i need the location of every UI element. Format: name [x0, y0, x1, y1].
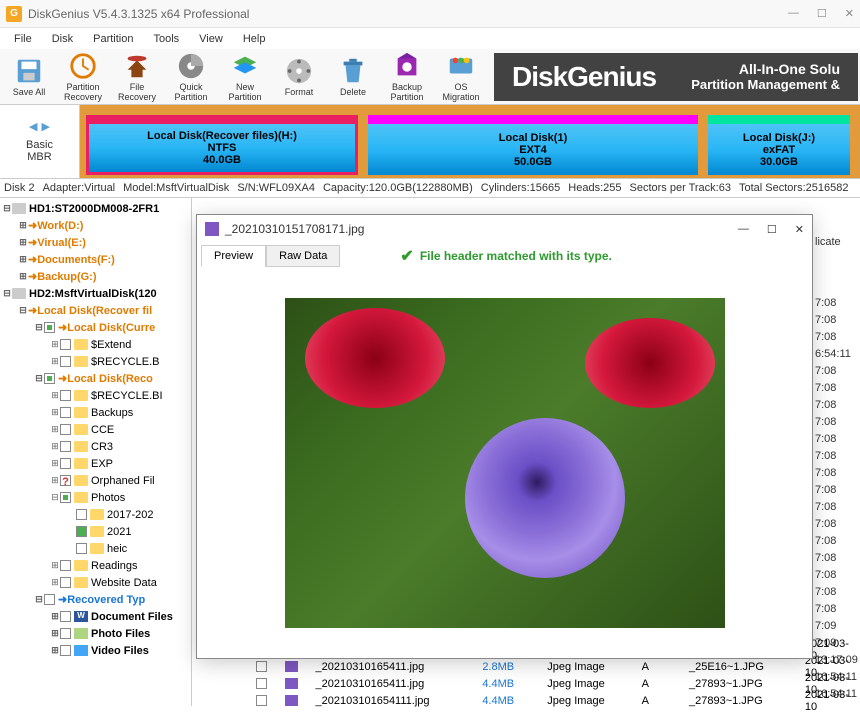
- folder-icon: [90, 509, 104, 520]
- delete-button[interactable]: Delete: [327, 50, 379, 104]
- arrow-icon: ➜: [28, 219, 37, 232]
- preview-image-area: [197, 269, 812, 657]
- folder-icon: [74, 458, 88, 469]
- word-icon: W: [74, 611, 88, 622]
- arrow-icon: ➜: [58, 372, 67, 385]
- minimize-button[interactable]: —: [788, 7, 799, 20]
- folder-icon: [74, 390, 88, 401]
- preview-titlebar[interactable]: _20210310151708171.jpg — ☐ ✕: [197, 215, 812, 243]
- arrow-icon: ➜: [58, 321, 67, 334]
- prev-disk-button[interactable]: ◀: [29, 120, 37, 133]
- disk-nav: ◀▶ Basic MBR: [0, 105, 80, 178]
- arrow-icon: ➜: [28, 304, 37, 317]
- quick-partition-button[interactable]: Quick Partition: [165, 50, 217, 104]
- new-partition-button[interactable]: New Partition: [219, 50, 271, 104]
- folder-icon: [90, 526, 104, 537]
- photo-icon: [74, 628, 88, 639]
- window-titlebar: G DiskGenius V5.4.3.1325 x64 Professiona…: [0, 0, 860, 28]
- partition-block-1[interactable]: Local Disk(1)EXT450.0GB: [368, 115, 698, 175]
- preview-filename: _20210310151708171.jpg: [225, 222, 364, 236]
- directory-tree[interactable]: ⊟HD1:ST2000DM008-2FR1 ⊞➜ Work(D:) ⊞➜ Vir…: [0, 198, 192, 706]
- os-migration-button[interactable]: OS Migration: [435, 50, 487, 104]
- partition-block-h[interactable]: Local Disk(Recover files)(H:)NTFS40.0GB: [86, 115, 358, 175]
- folder-icon: [74, 475, 88, 486]
- preview-close-button[interactable]: ✕: [795, 223, 804, 236]
- video-icon: [74, 645, 88, 656]
- folder-icon: [90, 543, 104, 554]
- tab-raw-data[interactable]: Raw Data: [266, 245, 340, 267]
- preview-maximize-button[interactable]: ☐: [767, 223, 777, 236]
- file-row[interactable]: _20210310165411.jpg4.4MBJpeg ImageA_2789…: [256, 675, 860, 692]
- menu-file[interactable]: File: [4, 31, 42, 47]
- file-row[interactable]: _20210310165411.jpg2.8MBJpeg ImageA_25E1…: [256, 658, 860, 675]
- disk-icon: [12, 288, 26, 299]
- maximize-button[interactable]: ☐: [817, 7, 827, 20]
- preview-image: [285, 298, 725, 628]
- arrow-icon: ➜: [28, 253, 37, 266]
- header-match-status: File header matched with its type.: [400, 246, 611, 266]
- folder-icon: [74, 560, 88, 571]
- folder-icon: [74, 492, 88, 503]
- app-logo-icon: G: [6, 6, 22, 22]
- save-all-button[interactable]: Save All: [3, 50, 55, 104]
- disk-status-bar: Disk 2Adapter:VirtualModel:MsftVirtualDi…: [0, 179, 860, 198]
- next-disk-button[interactable]: ▶: [42, 120, 50, 133]
- folder-icon: [74, 577, 88, 588]
- file-recovery-button[interactable]: File Recovery: [111, 50, 163, 104]
- format-button[interactable]: Format: [273, 50, 325, 104]
- menu-help[interactable]: Help: [233, 31, 276, 47]
- window-title: DiskGenius V5.4.3.1325 x64 Professional: [28, 7, 249, 21]
- arrow-icon: ➜: [28, 270, 37, 283]
- preview-window: _20210310151708171.jpg — ☐ ✕ Preview Raw…: [196, 214, 813, 659]
- partition-map: ◀▶ Basic MBR Local Disk(Recover files)(H…: [0, 105, 860, 179]
- menu-disk[interactable]: Disk: [42, 31, 83, 47]
- menu-view[interactable]: View: [189, 31, 233, 47]
- arrow-icon: ➜: [28, 236, 37, 249]
- folder-icon: [74, 441, 88, 452]
- toolbar: Save All Partition Recovery File Recover…: [0, 49, 860, 105]
- close-button[interactable]: ✕: [845, 7, 854, 20]
- time-column: licate 7:087:087:086:54:117:087:087:087:…: [815, 236, 860, 705]
- partition-block-j[interactable]: Local Disk(J:)exFAT30.0GB: [708, 115, 850, 175]
- disk-icon: [12, 203, 26, 214]
- folder-icon: [74, 339, 88, 350]
- folder-icon: [74, 356, 88, 367]
- backup-partition-button[interactable]: Backup Partition: [381, 50, 433, 104]
- tab-preview[interactable]: Preview: [201, 245, 266, 267]
- menu-partition[interactable]: Partition: [83, 31, 143, 47]
- folder-icon: [74, 407, 88, 418]
- arrow-icon: ➜: [58, 593, 67, 606]
- partition-recovery-button[interactable]: Partition Recovery: [57, 50, 109, 104]
- brand-banner: DiskGenius All-In-One SoluPartition Mana…: [494, 53, 858, 101]
- preview-minimize-button[interactable]: —: [738, 223, 749, 236]
- folder-icon: [74, 424, 88, 435]
- file-row[interactable]: _202103101654111.jpg4.4MBJpeg ImageA_278…: [256, 692, 860, 709]
- menu-bar: File Disk Partition Tools View Help: [0, 28, 860, 49]
- menu-tools[interactable]: Tools: [143, 31, 189, 47]
- image-file-icon: [205, 222, 219, 236]
